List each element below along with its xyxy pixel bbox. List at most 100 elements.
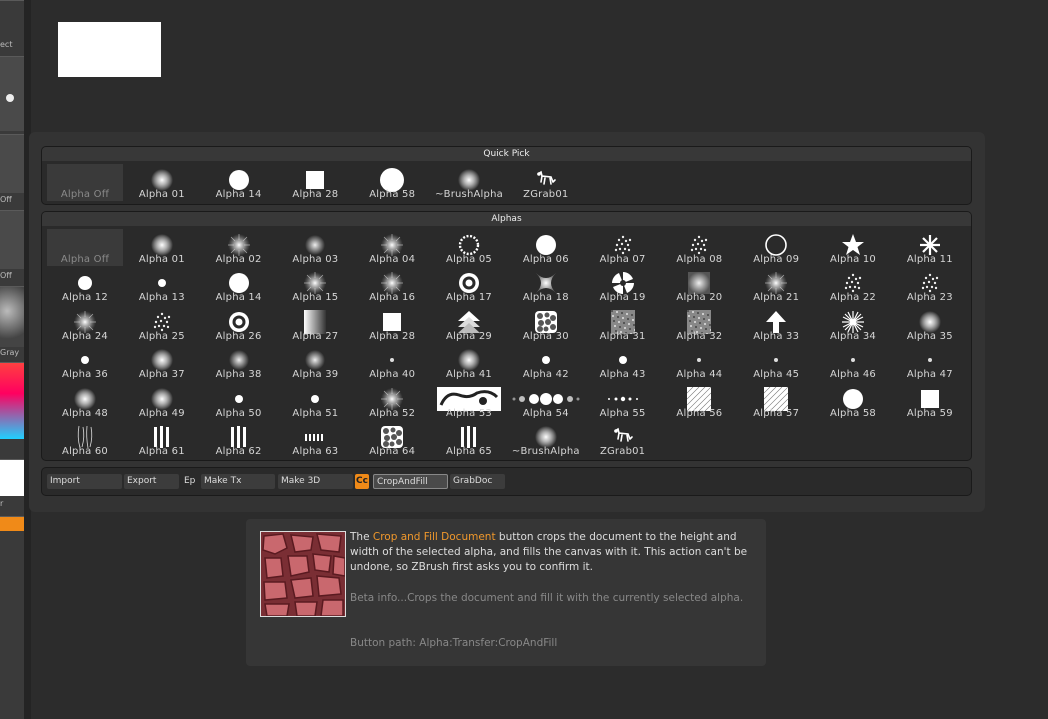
alpha-alpha-61[interactable]: Alpha 61 <box>124 421 200 458</box>
quick-pick-alpha-off[interactable]: Alpha Off <box>47 164 123 201</box>
alpha-alpha-26[interactable]: Alpha 26 <box>201 306 277 343</box>
alpha-alpha-29[interactable]: Alpha 29 <box>431 306 507 343</box>
alpha-alpha-35[interactable]: Alpha 35 <box>892 306 968 343</box>
alpha-alpha-09[interactable]: Alpha 09 <box>738 229 814 266</box>
alpha-alpha-06[interactable]: Alpha 06 <box>508 229 584 266</box>
left-strip-block-4[interactable] <box>0 210 24 269</box>
alpha-alpha-28[interactable]: Alpha 28 <box>354 306 430 343</box>
alpha-alpha-13[interactable]: Alpha 13 <box>124 267 200 304</box>
alpha-alpha-45[interactable]: Alpha 45 <box>738 344 814 381</box>
alpha-alpha-12[interactable]: Alpha 12 <box>47 267 123 304</box>
alpha-alpha-46[interactable]: Alpha 46 <box>815 344 891 381</box>
alpha-alpha-14[interactable]: Alpha 14 <box>201 267 277 304</box>
cc-button[interactable]: Cc <box>355 474 369 489</box>
alpha-alpha-10[interactable]: Alpha 10 <box>815 229 891 266</box>
alpha-alpha-27[interactable]: Alpha 27 <box>277 306 353 343</box>
quick-pick-zgrab01[interactable]: ZGrab01 <box>508 164 584 201</box>
alpha-alpha-59[interactable]: Alpha 59 <box>892 383 968 420</box>
alpha-alpha-30[interactable]: Alpha 30 <box>508 306 584 343</box>
alpha-alpha-20[interactable]: Alpha 20 <box>661 267 737 304</box>
alpha-brushalpha[interactable]: ~BrushAlpha <box>508 421 584 458</box>
grab-doc-button[interactable]: GrabDoc <box>450 474 505 489</box>
alpha-alpha-58[interactable]: Alpha 58 <box>815 383 891 420</box>
ep-label[interactable]: Ep <box>184 474 195 489</box>
alpha-alpha-50[interactable]: Alpha 50 <box>201 383 277 420</box>
export-button[interactable]: Export <box>124 474 179 489</box>
alpha-alpha-33[interactable]: Alpha 33 <box>738 306 814 343</box>
quick-pick-alpha-58[interactable]: Alpha 58 <box>354 164 430 201</box>
alpha-label: Alpha 10 <box>830 254 876 265</box>
left-strip-block-2[interactable] <box>0 56 24 131</box>
alpha-alpha-34[interactable]: Alpha 34 <box>815 306 891 343</box>
alpha-alpha-24[interactable]: Alpha 24 <box>47 306 123 343</box>
alpha-alpha-54[interactable]: Alpha 54 <box>508 383 584 420</box>
alpha-alpha-02[interactable]: Alpha 02 <box>201 229 277 266</box>
make-3d-button[interactable]: Make 3D <box>278 474 353 489</box>
alpha-alpha-38[interactable]: Alpha 38 <box>201 344 277 381</box>
alpha-alpha-49[interactable]: Alpha 49 <box>124 383 200 420</box>
alpha-alpha-52[interactable]: Alpha 52 <box>354 383 430 420</box>
make-tx-button[interactable]: Make Tx <box>201 474 275 489</box>
alpha-alpha-44[interactable]: Alpha 44 <box>661 344 737 381</box>
alpha-alpha-22[interactable]: Alpha 22 <box>815 267 891 304</box>
quick-pick-label: Alpha 01 <box>138 189 185 200</box>
left-strip-block-top[interactable] <box>0 0 24 39</box>
alpha-alpha-07[interactable]: Alpha 07 <box>585 229 661 266</box>
alpha-alpha-62[interactable]: Alpha 62 <box>201 421 277 458</box>
alpha-alpha-11[interactable]: Alpha 11 <box>892 229 968 266</box>
alpha-alpha-off[interactable]: Alpha Off <box>47 229 123 266</box>
alpha-alpha-40[interactable]: Alpha 40 <box>354 344 430 381</box>
alpha-label: Alpha 54 <box>522 407 569 419</box>
alpha-zgrab01[interactable]: ZGrab01 <box>585 421 661 458</box>
alpha-alpha-21[interactable]: Alpha 21 <box>738 267 814 304</box>
quick-pick-alpha-14[interactable]: Alpha 14 <box>201 164 277 201</box>
alpha-alpha-47[interactable]: Alpha 47 <box>892 344 968 381</box>
alpha-alpha-60[interactable]: Alpha 60 <box>47 421 123 458</box>
alpha-alpha-51[interactable]: Alpha 51 <box>277 383 353 420</box>
alpha-label: Alpha 30 <box>522 330 569 342</box>
alpha-label: Alpha Off <box>60 254 110 265</box>
crop-and-fill-button[interactable]: CropAndFill <box>373 474 448 489</box>
alpha-alpha-42[interactable]: Alpha 42 <box>508 344 584 381</box>
quick-pick-brushalpha[interactable]: ~BrushAlpha <box>431 164 507 201</box>
alpha-alpha-41[interactable]: Alpha 41 <box>431 344 507 381</box>
alphas-panel: Alphas Alpha Off Alpha 01 Alpha 02 Alpha 03… <box>41 211 972 461</box>
alpha-alpha-64[interactable]: Alpha 64 <box>354 421 430 458</box>
import-button[interactable]: Import <box>47 474 122 489</box>
quick-pick-alpha-01[interactable]: Alpha 01 <box>124 164 200 201</box>
alpha-alpha-18[interactable]: Alpha 18 <box>508 267 584 304</box>
left-strip-orange-button[interactable] <box>0 516 24 531</box>
alpha-alpha-05[interactable]: Alpha 05 <box>431 229 507 266</box>
alpha-label: Alpha 55 <box>599 407 646 419</box>
alpha-alpha-53[interactable]: Alpha 53 <box>431 383 507 420</box>
alpha-alpha-15[interactable]: Alpha 15 <box>277 267 353 304</box>
alpha-alpha-36[interactable]: Alpha 36 <box>47 344 123 381</box>
alpha-alpha-23[interactable]: Alpha 23 <box>892 267 968 304</box>
alpha-alpha-32[interactable]: Alpha 32 <box>661 306 737 343</box>
alpha-alpha-19[interactable]: Alpha 19 <box>585 267 661 304</box>
left-strip-label-2: Off <box>0 195 12 204</box>
left-strip-color-picker[interactable] <box>0 362 24 439</box>
left-strip-main-color[interactable] <box>0 459 24 496</box>
alpha-alpha-65[interactable]: Alpha 65 <box>431 421 507 458</box>
alpha-alpha-39[interactable]: Alpha 39 <box>277 344 353 381</box>
quick-pick-alpha-28[interactable]: Alpha 28 <box>277 164 353 201</box>
alpha-alpha-43[interactable]: Alpha 43 <box>585 344 661 381</box>
alpha-alpha-01[interactable]: Alpha 01 <box>124 229 200 266</box>
alpha-alpha-04[interactable]: Alpha 04 <box>354 229 430 266</box>
alpha-alpha-57[interactable]: Alpha 57 <box>738 383 814 420</box>
alpha-alpha-03[interactable]: Alpha 03 <box>277 229 353 266</box>
left-strip-block-3[interactable] <box>0 134 24 193</box>
left-strip-material-sphere[interactable] <box>0 286 24 347</box>
alpha-label: Alpha 59 <box>906 407 953 419</box>
alpha-alpha-37[interactable]: Alpha 37 <box>124 344 200 381</box>
alpha-alpha-56[interactable]: Alpha 56 <box>661 383 737 420</box>
alpha-alpha-25[interactable]: Alpha 25 <box>124 306 200 343</box>
alpha-alpha-55[interactable]: Alpha 55 <box>585 383 661 420</box>
alpha-alpha-16[interactable]: Alpha 16 <box>354 267 430 304</box>
alpha-alpha-17[interactable]: Alpha 17 <box>431 267 507 304</box>
alpha-alpha-63[interactable]: Alpha 63 <box>277 421 353 458</box>
alpha-alpha-31[interactable]: Alpha 31 <box>585 306 661 343</box>
alpha-alpha-08[interactable]: Alpha 08 <box>661 229 737 266</box>
alpha-alpha-48[interactable]: Alpha 48 <box>47 383 123 420</box>
